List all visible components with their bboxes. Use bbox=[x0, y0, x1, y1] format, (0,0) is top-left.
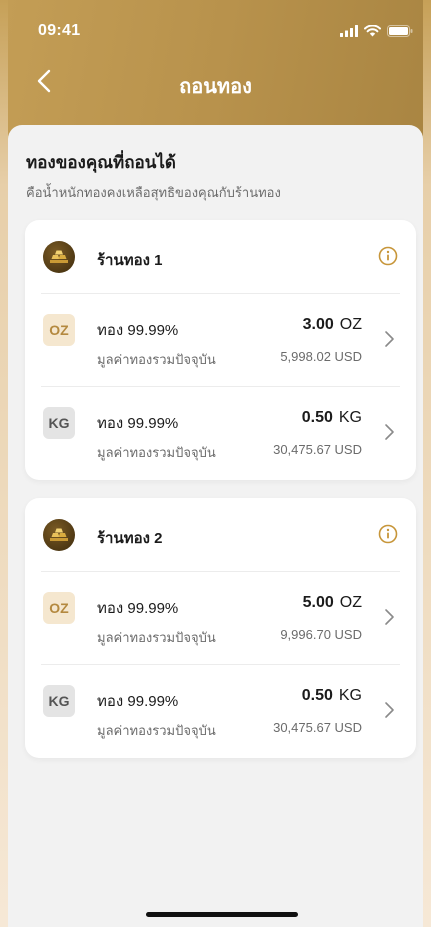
background-edge-left bbox=[0, 0, 8, 927]
value-label: มูลค่าทองรวมปัจจุบัน bbox=[97, 445, 216, 460]
unit-badge-kg: KG bbox=[43, 407, 75, 439]
gold-amount: 3.00 bbox=[302, 316, 334, 333]
status-time: 09:41 bbox=[38, 22, 81, 39]
store-header: ร้านทอง 1 bbox=[41, 220, 400, 294]
chevron-right-icon bbox=[385, 331, 394, 347]
gold-holding-row[interactable]: KG ทอง 99.99% มูลค่าทองรวมปัจจุบัน 0.50 … bbox=[41, 387, 400, 480]
gold-amount: 0.50 bbox=[301, 409, 333, 426]
amount-group: 0.50 KG bbox=[302, 687, 362, 705]
content-sheet: ทองของคุณที่ถอนได้ คือน้ำหนักทองคงเหลือส… bbox=[8, 125, 423, 927]
store-name: ร้านทอง 1 bbox=[97, 252, 163, 269]
usd-value: 30,475.67 USD bbox=[273, 720, 362, 735]
usd-value: 30,475.67 USD bbox=[273, 442, 362, 457]
page-title: ทองของคุณที่ถอนได้ bbox=[26, 153, 176, 172]
gold-unit: KG bbox=[338, 409, 362, 426]
value-label: มูลค่าทองรวมปัจจุบัน bbox=[97, 630, 216, 645]
unit-badge-oz: OZ bbox=[43, 314, 75, 346]
store-name: ร้านทอง 2 bbox=[97, 530, 163, 547]
gold-holding-row[interactable]: OZ ทอง 99.99% มูลค่าทองรวมปัจจุบัน 5.00 … bbox=[41, 572, 400, 665]
gold-purity: ทอง 99.99% bbox=[97, 322, 179, 339]
status-bar: 09:41 bbox=[8, 0, 423, 60]
store-card: ร้านทอง 2 OZ ทอง 99.99% มูลค่าทองรวมปัจจ… bbox=[25, 498, 416, 758]
gold-unit: KG bbox=[338, 687, 362, 704]
gold-purity: ทอง 99.99% bbox=[97, 600, 179, 617]
info-icon[interactable] bbox=[378, 246, 398, 266]
store-card: ร้านทอง 1 OZ ทอง 99.99% มูลค่าทองรวมปัจจ… bbox=[25, 220, 416, 480]
page-subtitle: คือน้ำหนักทองคงเหลือสุทธิของคุณกับร้านทอ… bbox=[26, 185, 281, 200]
amount-group: 5.00 OZ bbox=[303, 594, 362, 612]
store-avatar bbox=[43, 241, 75, 273]
gold-bar-icon bbox=[50, 528, 68, 541]
wifi-icon bbox=[364, 25, 381, 37]
gold-amount: 5.00 bbox=[302, 594, 334, 611]
signal-icon bbox=[340, 25, 358, 37]
unit-badge-kg: KG bbox=[43, 685, 75, 717]
gold-unit: OZ bbox=[339, 594, 362, 611]
gold-unit: OZ bbox=[339, 316, 362, 333]
status-icons bbox=[340, 24, 413, 38]
store-avatar bbox=[43, 519, 75, 551]
chevron-right-icon bbox=[385, 424, 394, 440]
value-label: มูลค่าทองรวมปัจจุบัน bbox=[97, 723, 216, 738]
amount-group: 0.50 KG bbox=[302, 409, 362, 427]
usd-value: 5,998.02 USD bbox=[280, 349, 362, 364]
usd-value: 9,996.70 USD bbox=[280, 627, 362, 642]
amount-group: 3.00 OZ bbox=[303, 316, 362, 334]
unit-badge-oz: OZ bbox=[43, 592, 75, 624]
nav-title: ถอนทอง bbox=[179, 76, 252, 98]
info-icon[interactable] bbox=[378, 524, 398, 544]
background-edge-right bbox=[423, 0, 431, 927]
chevron-right-icon bbox=[385, 609, 394, 625]
chevron-right-icon bbox=[385, 702, 394, 718]
gold-purity: ทอง 99.99% bbox=[97, 693, 179, 710]
battery-icon bbox=[387, 25, 413, 37]
home-indicator[interactable] bbox=[146, 912, 298, 917]
gold-bar-icon bbox=[50, 250, 68, 263]
value-label: มูลค่าทองรวมปัจจุบัน bbox=[97, 352, 216, 367]
gold-holding-row[interactable]: KG ทอง 99.99% มูลค่าทองรวมปัจจุบัน 0.50 … bbox=[41, 665, 400, 758]
gold-holding-row[interactable]: OZ ทอง 99.99% มูลค่าทองรวมปัจจุบัน 3.00 … bbox=[41, 294, 400, 387]
store-header: ร้านทอง 2 bbox=[41, 498, 400, 572]
gold-purity: ทอง 99.99% bbox=[97, 415, 179, 432]
gold-amount: 0.50 bbox=[301, 687, 333, 704]
